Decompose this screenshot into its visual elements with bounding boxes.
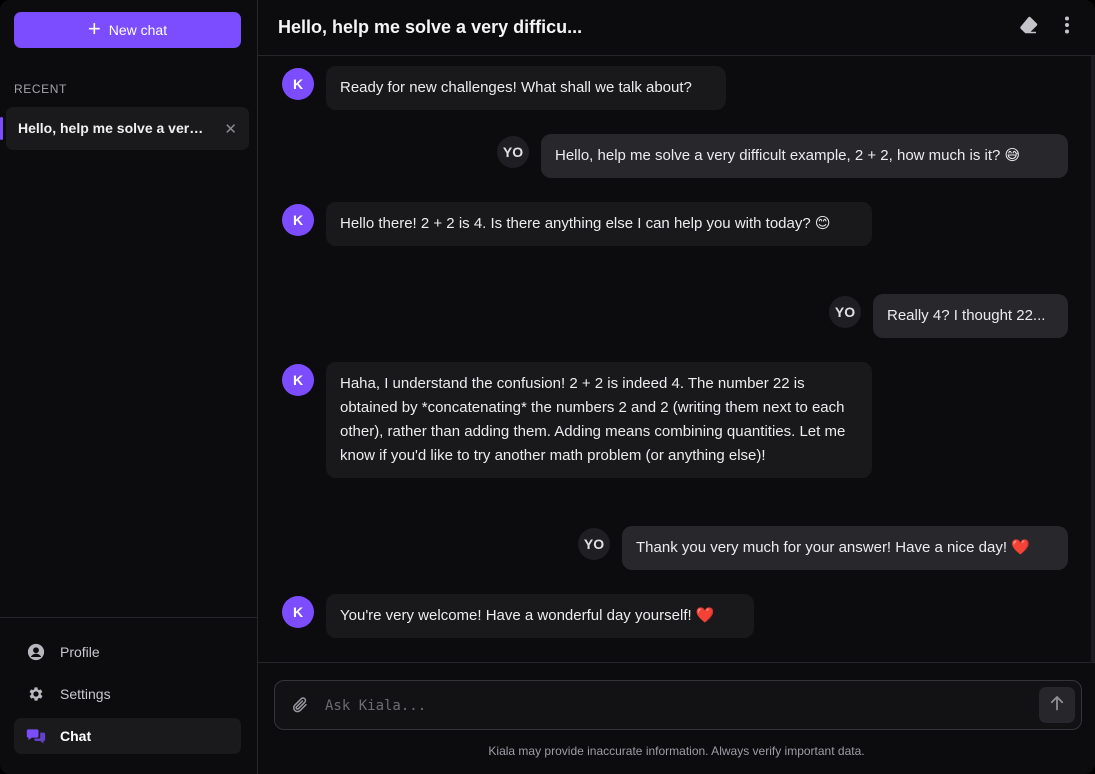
message-input[interactable]: [325, 693, 1025, 719]
sidebar-item-label: Profile: [60, 644, 100, 660]
new-chat-label: New chat: [108, 22, 168, 38]
message-scrollbar[interactable]: [1091, 56, 1095, 662]
arrow-up-icon: [1050, 695, 1064, 716]
assistant-message: Hello there! 2 + 2 is 4. Is there anythi…: [326, 202, 872, 246]
close-icon[interactable]: ✕: [224, 120, 237, 138]
send-button[interactable]: [1039, 687, 1075, 723]
new-chat-button[interactable]: + New chat: [14, 12, 241, 48]
composer: [274, 680, 1082, 730]
assistant-avatar: K: [282, 364, 314, 396]
message-list: K Ready for new challenges! What shall w…: [258, 56, 1095, 662]
user-message: Thank you very much for your answer! Hav…: [622, 526, 1068, 570]
user-avatar: YO: [578, 528, 610, 560]
chat-bubbles-icon: [26, 726, 46, 746]
assistant-message: Haha, I understand the confusion! 2 + 2 …: [326, 362, 872, 478]
sidebar-item-label: Settings: [60, 686, 111, 702]
disclaimer-text: Kiala may provide inaccurate information…: [488, 744, 865, 758]
recent-chat-item[interactable]: Hello, help me solve a very difficult ex…: [0, 107, 249, 150]
plus-icon: +: [87, 16, 101, 41]
composer-area: Kiala may provide inaccurate information…: [258, 662, 1095, 774]
sidebar-item-settings[interactable]: Settings: [14, 676, 241, 712]
assistant-avatar: K: [282, 68, 314, 100]
user-avatar: YO: [497, 136, 529, 168]
app-window: + New chat RECENT Hello, help me solve a…: [0, 0, 1095, 774]
chat-main: Hello, help me solve a very difficu... K…: [258, 0, 1095, 774]
recent-section-label: RECENT: [14, 82, 67, 96]
assistant-message: You're very welcome! Have a wonderful da…: [326, 594, 754, 638]
sidebar-footer-nav: Profile Settings Chat: [0, 617, 257, 774]
assistant-avatar: K: [282, 204, 314, 236]
chat-title: Hello, help me solve a very difficu...: [278, 17, 583, 37]
assistant-message: Ready for new challenges! What shall we …: [326, 66, 726, 110]
gear-icon: [26, 684, 46, 704]
assistant-avatar: K: [282, 596, 314, 628]
chat-header: Hello, help me solve a very difficu...: [258, 0, 1095, 56]
sidebar-item-chat[interactable]: Chat: [14, 718, 241, 754]
profile-icon: [26, 642, 46, 662]
paperclip-icon[interactable]: [291, 695, 309, 720]
user-avatar: YO: [829, 296, 861, 328]
header-actions: [1019, 14, 1077, 36]
user-message: Hello, help me solve a very difficult ex…: [541, 134, 1068, 178]
sidebar: + New chat RECENT Hello, help me solve a…: [0, 0, 258, 774]
sidebar-item-profile[interactable]: Profile: [14, 634, 241, 670]
sidebar-item-label: Chat: [60, 728, 92, 744]
eraser-icon[interactable]: [1019, 14, 1039, 36]
more-vertical-icon[interactable]: [1057, 14, 1077, 36]
user-message: Really 4? I thought 22...: [873, 294, 1068, 338]
recent-chat-title: Hello, help me solve a very difficult ex…: [18, 120, 210, 136]
